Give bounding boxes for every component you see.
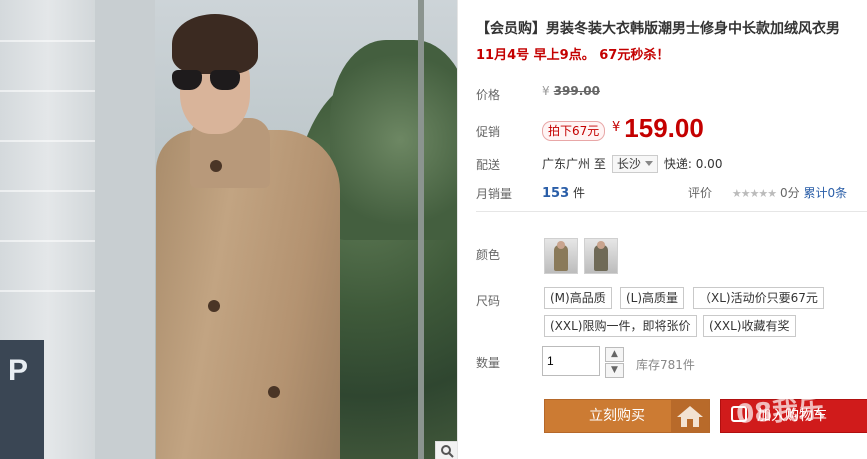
color-label: 颜色 [476,248,501,262]
price-label: 价格 [476,88,501,102]
shipping-label: 配送 [476,158,501,172]
product-main-image[interactable]: P [0,0,458,459]
size-option[interactable]: (L)高质量 [620,287,685,309]
quantity-decrease-button[interactable]: ▼ [605,363,624,378]
quantity-label: 数量 [476,356,501,370]
monthly-sales-label: 月销量 [476,187,513,201]
size-option[interactable]: （XL)活动价只要67元 [693,287,824,309]
street-pole [418,0,424,459]
rating-label: 评价 [688,186,713,200]
rating-info: 评价 ★★★★★ 0分 累计0条 [688,184,847,201]
size-option[interactable]: (XXL)收藏有奖 [703,315,796,337]
background-building [95,0,155,459]
shipping-info: 广东广州 至长沙 快递: 0.00 [542,155,722,173]
watermark-logo: 08我乐 [735,393,826,431]
color-swatch[interactable] [544,238,578,274]
color-swatch[interactable] [584,238,618,274]
buy-now-button[interactable]: 立刻购买 [544,399,710,433]
chevron-down-icon [644,161,653,166]
rating-score: 0分 [779,186,800,200]
size-option[interactable]: (M)高品质 [544,287,612,309]
ship-to-word: 至 [593,157,606,171]
sale-price: ¥159.00 [612,113,704,143]
size-option[interactable]: (XXL)限购一件，即将张价 [544,315,697,337]
ship-from: 广东广州 [542,157,591,171]
discount-tag: 拍下67元 [542,121,606,141]
magnifier-icon [441,445,454,458]
size-label: 尺码 [476,294,501,308]
star-rating-icon: ★★★★★ [731,187,777,200]
express-fee: 快递: 0.00 [663,157,723,171]
quantity-input[interactable] [542,346,600,376]
stock-count: 库存781件 [636,358,695,372]
quantity-increase-button[interactable]: ▲ [605,347,624,362]
product-title: 【会员购】男装冬装大衣韩版潮男士修身中长款加绒风衣男 [476,21,840,37]
promo-text: 11月4号 早上9点。 67元秒杀！ [476,48,670,63]
parking-sign: P [0,340,44,459]
divider [476,211,867,212]
sales-count: 153 件 [542,186,585,201]
original-price: ¥399.00 [542,84,600,98]
background-tree [330,40,457,240]
sale-label: 促销 [476,125,501,139]
model-figure [150,10,340,459]
city-select[interactable]: 长沙 [611,155,658,173]
zoom-button[interactable] [435,441,457,459]
review-count-link[interactable]: 累计0条 [803,186,847,200]
product-info-panel: 【会员购】男装冬装大衣韩版潮男士修身中长款加绒风衣男 11月4号 早上9点。 6… [476,0,867,459]
house-icon [671,400,709,432]
